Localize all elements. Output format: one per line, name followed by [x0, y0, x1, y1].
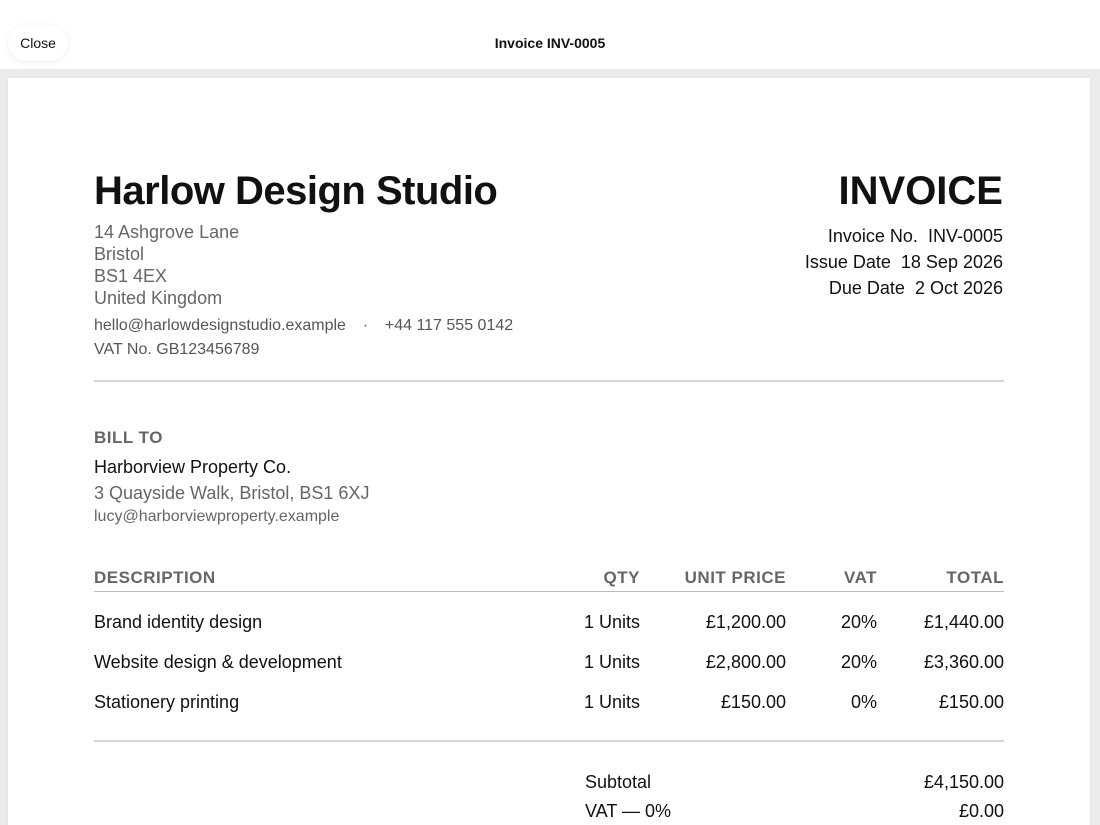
client-name: Harborview Property Co.: [94, 457, 292, 477]
table-row-vat: 20%: [840, 652, 877, 672]
table-footer-divider: [94, 740, 1004, 742]
invoice-scroll-area[interactable]: Harlow Design Studio 14 Ashgrove Lane Br…: [0, 69, 1100, 825]
issue-date-row: Issue Date 18 Sep 2026: [805, 250, 1003, 274]
invoice-number: INV-0005: [927, 226, 1003, 246]
table-row-description: Website design & development: [94, 652, 342, 672]
issue-date-label: Issue Date: [804, 252, 891, 272]
table-row-total: £3,360.00: [923, 652, 1004, 672]
table-row-description: Brand identity design: [94, 612, 263, 632]
company-address-line: United Kingdom: [94, 288, 223, 308]
table-row-qty: 1 Units: [583, 612, 640, 632]
table-row-qty: 1 Units: [583, 652, 640, 672]
table-row-vat: 20%: [840, 612, 877, 632]
top-bar: Close Invoice INV-0005: [0, 0, 1100, 69]
table-row-total: £1,440.00: [923, 612, 1004, 632]
column-header-total: TOTAL: [946, 568, 1004, 587]
vat-zero-value: £0.00: [958, 801, 1004, 821]
subtotal-value: £4,150.00: [923, 772, 1004, 792]
table-row-qty: 1 Units: [583, 692, 640, 712]
table-row-unit-price: £2,800.00: [705, 652, 786, 672]
contact-separator: ·: [362, 317, 369, 334]
company-address-line: Bristol: [94, 244, 145, 264]
due-date-label: Due Date: [828, 278, 905, 298]
company-name: Harlow Design Studio: [94, 169, 498, 213]
subtotal-label: Subtotal: [585, 772, 652, 792]
table-row-total: £150.00: [938, 692, 1004, 712]
invoice-number-row: Invoice No. INV-0005: [828, 224, 1003, 248]
window-title: Invoice INV-0005: [494, 35, 606, 51]
due-date-row: Due Date 2 Oct 2026: [829, 276, 1003, 300]
vat-zero-label: VAT — 0%: [585, 801, 672, 821]
column-header-vat: VAT: [844, 568, 877, 587]
company-address-line: 14 Ashgrove Lane: [94, 222, 240, 242]
invoice-heading: INVOICE: [838, 169, 1003, 213]
table-row-unit-price: £150.00: [720, 692, 786, 712]
company-email: hello@harlowdesignstudio.example: [94, 317, 346, 334]
company-address-line: BS1 4EX: [94, 266, 168, 286]
due-date: 2 Oct 2026: [914, 278, 1003, 298]
column-header-qty: QTY: [603, 568, 640, 587]
invoice-number-label: Invoice No.: [827, 226, 918, 246]
client-email: lucy@harborviewproperty.example: [94, 508, 340, 525]
company-phone: +44 117 555 0142: [384, 317, 514, 334]
bill-to-label: BILL TO: [94, 428, 163, 447]
header-divider: [94, 380, 1004, 382]
column-header-description: DESCRIPTION: [94, 568, 216, 587]
table-row-vat: 0%: [850, 692, 877, 712]
issue-date: 18 Sep 2026: [900, 252, 1003, 272]
table-header-divider: [94, 591, 1004, 592]
table-row-unit-price: £1,200.00: [705, 612, 786, 632]
invoice-document: Harlow Design Studio 14 Ashgrove Lane Br…: [8, 78, 1090, 825]
company-vat-number: VAT No. GB123456789: [94, 341, 260, 358]
column-header-unit-price: UNIT PRICE: [684, 568, 786, 587]
company-contact: hello@harlowdesignstudio.example · +44 1…: [94, 316, 513, 336]
client-address: 3 Quayside Walk, Bristol, BS1 6XJ: [94, 483, 370, 503]
table-row-description: Stationery printing: [94, 692, 240, 712]
